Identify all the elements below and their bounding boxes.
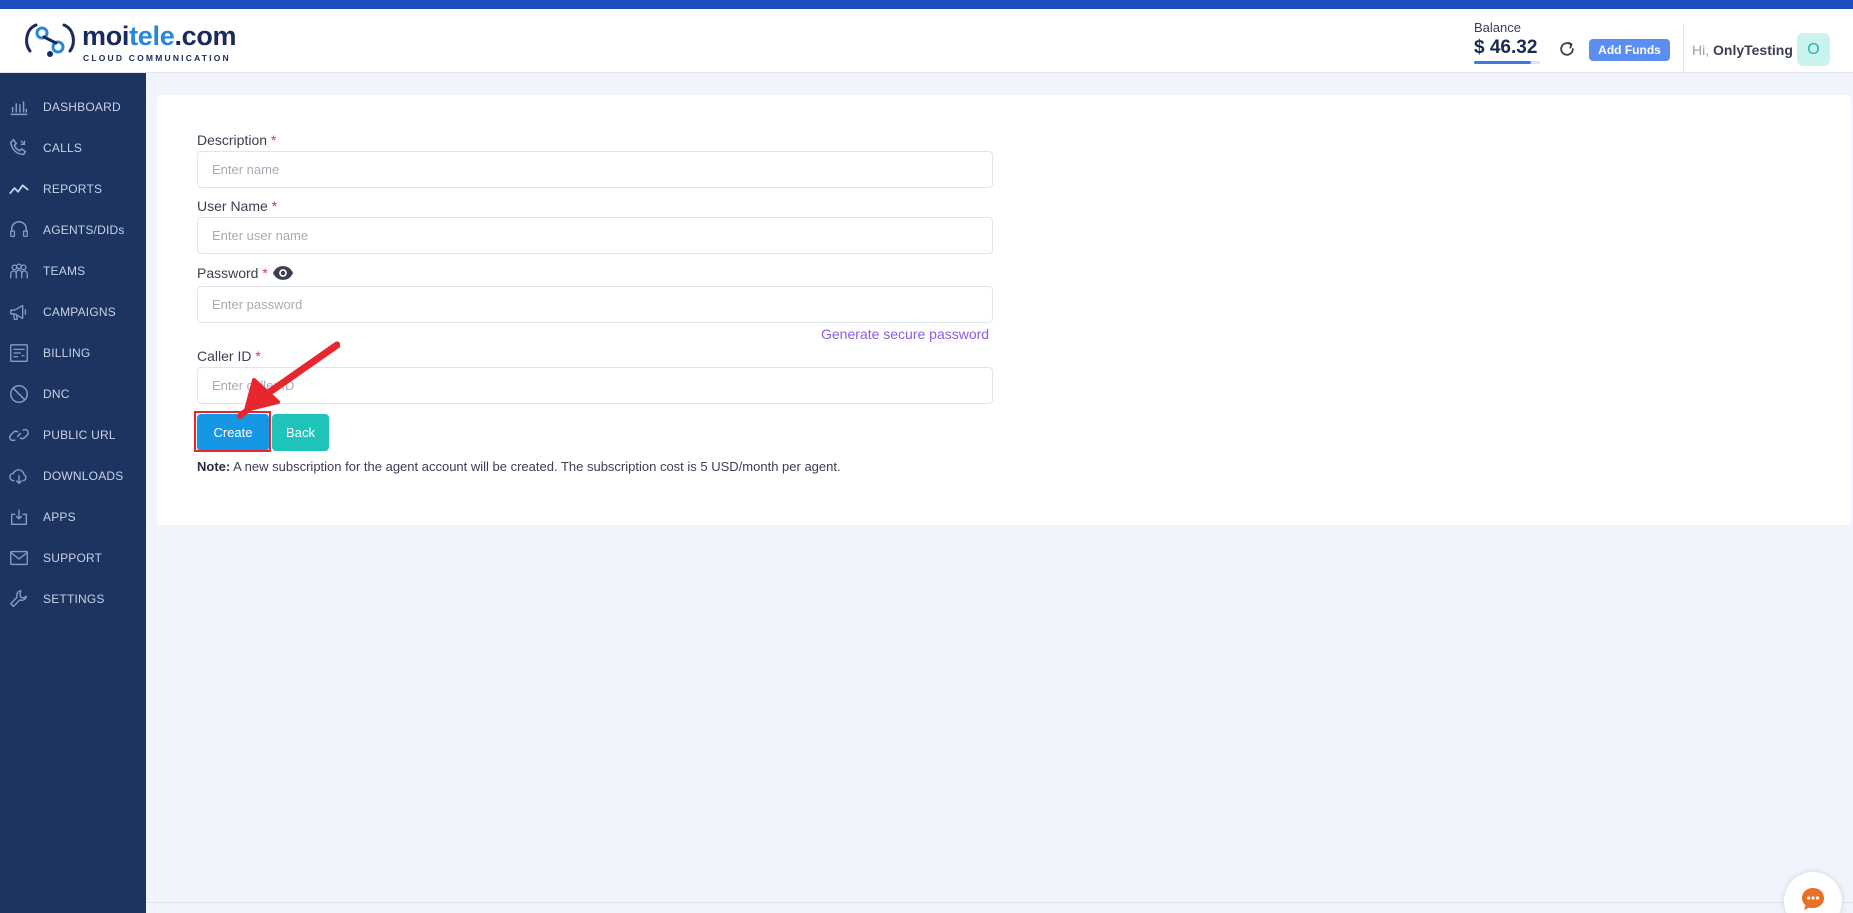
sidebar-item-label: SUPPORT bbox=[43, 551, 103, 565]
sidebar-item-label: CALLS bbox=[43, 141, 83, 155]
sidebar-item-calls[interactable]: CALLS bbox=[0, 133, 146, 163]
wrench-icon bbox=[10, 590, 28, 608]
eye-icon[interactable] bbox=[272, 264, 294, 282]
app-header: moitele.com CLOUD COMMUNICATION Balance … bbox=[0, 9, 1853, 73]
logo-wordmark: moitele.com bbox=[82, 21, 237, 51]
sidebar-item-apps[interactable]: APPS bbox=[0, 502, 146, 532]
username: OnlyTesting bbox=[1713, 42, 1793, 58]
chat-widget-button[interactable] bbox=[1784, 872, 1842, 913]
sidebar-item-settings[interactable]: SETTINGS bbox=[0, 584, 146, 614]
headset-icon bbox=[10, 221, 28, 238]
username-input[interactable] bbox=[197, 217, 993, 254]
header-divider bbox=[1683, 23, 1684, 73]
teams-icon bbox=[10, 263, 28, 279]
cloud-download-icon bbox=[9, 469, 27, 485]
sidebar-item-label: DNC bbox=[43, 387, 70, 401]
mail-icon bbox=[10, 550, 28, 566]
sidebar: DASHBOARD CALLS REPORTS AGENTS/DIDs TEAM… bbox=[0, 73, 146, 913]
balance-label: Balance bbox=[1474, 20, 1521, 35]
sidebar-item-public-url[interactable]: PUBLIC URL bbox=[0, 420, 146, 450]
sidebar-item-billing[interactable]: BILLING bbox=[0, 338, 146, 368]
sidebar-item-label: TEAMS bbox=[43, 264, 86, 278]
billing-icon bbox=[10, 344, 28, 362]
username-label: User Name * bbox=[197, 198, 278, 214]
balance-bar bbox=[1474, 61, 1540, 64]
balance-widget: Balance $ 46.32 bbox=[1474, 20, 1544, 64]
sidebar-item-teams[interactable]: TEAMS bbox=[0, 256, 146, 286]
sidebar-item-label: BILLING bbox=[43, 346, 91, 360]
sidebar-item-label: CAMPAIGNS bbox=[43, 305, 116, 319]
generate-password-link[interactable]: Generate secure password bbox=[821, 326, 989, 342]
balance-amount: $ 46.32 bbox=[1474, 37, 1538, 58]
description-input[interactable] bbox=[197, 151, 993, 188]
sidebar-item-downloads[interactable]: DOWNLOADS bbox=[0, 461, 146, 491]
sidebar-item-agents[interactable]: AGENTS/DIDs bbox=[0, 215, 146, 245]
password-label: Password * bbox=[197, 265, 268, 281]
sidebar-item-support[interactable]: SUPPORT bbox=[0, 543, 146, 573]
avatar[interactable]: O bbox=[1797, 33, 1830, 66]
password-input[interactable] bbox=[197, 286, 993, 323]
sidebar-item-label: DOWNLOADS bbox=[43, 469, 124, 483]
sidebar-item-label: APPS bbox=[43, 510, 76, 524]
calls-icon bbox=[9, 138, 27, 156]
sidebar-item-label: DASHBOARD bbox=[43, 100, 121, 114]
sidebar-item-campaigns[interactable]: CAMPAIGNS bbox=[0, 297, 146, 327]
sidebar-item-label: SETTINGS bbox=[43, 592, 105, 606]
megaphone-icon bbox=[10, 304, 27, 320]
logo[interactable]: moitele.com CLOUD COMMUNICATION bbox=[22, 19, 242, 63]
sidebar-item-label: PUBLIC URL bbox=[43, 428, 116, 442]
apps-download-icon bbox=[10, 509, 28, 526]
sidebar-item-label: REPORTS bbox=[43, 182, 103, 196]
sidebar-item-label: AGENTS/DIDs bbox=[43, 223, 125, 237]
balance-bar-fill bbox=[1474, 61, 1532, 64]
footer-divider bbox=[146, 902, 1853, 903]
sidebar-item-dnc[interactable]: DNC bbox=[0, 379, 146, 409]
logo-tagline: CLOUD COMMUNICATION bbox=[83, 53, 231, 63]
sidebar-item-reports[interactable]: REPORTS bbox=[0, 174, 146, 204]
link-icon bbox=[9, 428, 29, 442]
reports-icon bbox=[9, 184, 29, 195]
add-funds-button[interactable]: Add Funds bbox=[1589, 39, 1670, 61]
refresh-icon[interactable] bbox=[1557, 39, 1577, 59]
description-label: Description * bbox=[197, 132, 277, 148]
logo-icon bbox=[25, 23, 75, 57]
chat-icon bbox=[1802, 888, 1824, 910]
sidebar-item-dashboard[interactable]: DASHBOARD bbox=[0, 92, 146, 122]
subscription-note: Note: A new subscription for the agent a… bbox=[197, 459, 841, 474]
browser-top-strip bbox=[0, 0, 1853, 9]
dashboard-icon bbox=[10, 101, 28, 116]
annotation-arrow-icon bbox=[237, 341, 340, 419]
user-greeting[interactable]: Hi, OnlyTesting bbox=[1692, 42, 1793, 58]
block-icon bbox=[10, 385, 28, 403]
